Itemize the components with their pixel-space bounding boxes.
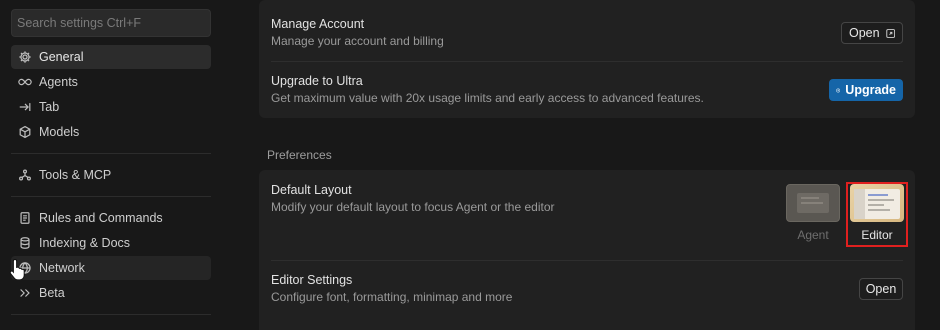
- open-button-label: Open: [849, 26, 880, 40]
- sidebar-item-label: Network: [39, 261, 85, 275]
- manage-account-row: Manage Account Manage your account and b…: [271, 17, 903, 48]
- editor-settings-row: Editor Settings Configure font, formatti…: [271, 273, 903, 304]
- editor-settings-title: Editor Settings: [271, 273, 353, 287]
- selected-layout-highlight: [846, 182, 908, 247]
- sidebar-item-label: Tools & MCP: [39, 168, 112, 182]
- layout-option-agent[interactable]: Agent: [786, 184, 840, 242]
- sidebar-item-agents[interactable]: Agents: [11, 70, 211, 94]
- sidebar-item-label: Beta: [39, 286, 65, 300]
- editor-settings-description: Configure font, formatting, minimap and …: [271, 290, 513, 304]
- sidebar-item-label: Agents: [39, 75, 78, 89]
- sidebar-item-beta[interactable]: Beta: [11, 281, 211, 305]
- sidebar-item-tools-mcp[interactable]: Tools & MCP: [11, 163, 211, 187]
- account-card: Manage Account Manage your account and b…: [259, 0, 915, 118]
- database-icon: [18, 236, 32, 250]
- sidebar-item-indexing-docs[interactable]: Indexing & Docs: [11, 231, 211, 255]
- sidebar-item-label: Rules and Commands: [39, 211, 163, 225]
- manage-account-description: Manage your account and billing: [271, 34, 444, 48]
- sidebar-divider: [11, 314, 211, 315]
- upgrade-arrow-icon: [836, 87, 841, 93]
- sidebar-divider: [11, 153, 211, 154]
- sidebar-item-tab[interactable]: Tab: [11, 95, 211, 119]
- upgrade-description: Get maximum value with 20x usage limits …: [271, 91, 704, 105]
- row-divider: [271, 61, 903, 62]
- external-link-icon: [885, 28, 895, 38]
- sidebar-item-label: Indexing & Docs: [39, 236, 131, 250]
- upgrade-button-label: Upgrade: [845, 83, 896, 97]
- document-icon: [18, 211, 32, 225]
- sidebar-item-label: General: [39, 50, 84, 64]
- agent-layout-thumbnail: [786, 184, 840, 222]
- preferences-section-label: Preferences: [267, 148, 332, 162]
- manage-account-open-button[interactable]: Open: [841, 22, 903, 44]
- search-settings-input[interactable]: [11, 9, 211, 37]
- layout-option-label: Agent: [797, 228, 829, 242]
- upgrade-button[interactable]: Upgrade: [829, 79, 903, 101]
- gear-icon: [18, 50, 32, 64]
- upgrade-title: Upgrade to Ultra: [271, 74, 363, 88]
- upgrade-row: Upgrade to Ultra Get maximum value with …: [271, 74, 903, 105]
- sidebar-item-general[interactable]: General: [11, 45, 211, 69]
- open-button-label: Open: [865, 282, 897, 296]
- settings-sidebar: General Agents Tab Models Tools & MCP Ru…: [0, 0, 222, 330]
- sidebar-item-rules-commands[interactable]: Rules and Commands: [11, 206, 211, 230]
- sidebar-item-models[interactable]: Models: [11, 120, 211, 144]
- sidebar-item-label: Tab: [39, 100, 60, 114]
- mouse-hand-cursor-icon: [9, 258, 27, 285]
- sidebar-divider: [11, 196, 211, 197]
- double-chevron-icon: [18, 286, 32, 300]
- manage-account-title: Manage Account: [271, 17, 365, 31]
- sidebar-item-network[interactable]: Network: [11, 256, 211, 280]
- editor-settings-open-button[interactable]: Open: [859, 278, 903, 300]
- infinity-icon: [18, 75, 32, 89]
- row-divider: [271, 260, 903, 261]
- sidebar-item-label: Models: [39, 125, 80, 139]
- cube-icon: [18, 125, 32, 139]
- tab-arrow-icon: [18, 100, 32, 114]
- tools-network-icon: [18, 168, 32, 182]
